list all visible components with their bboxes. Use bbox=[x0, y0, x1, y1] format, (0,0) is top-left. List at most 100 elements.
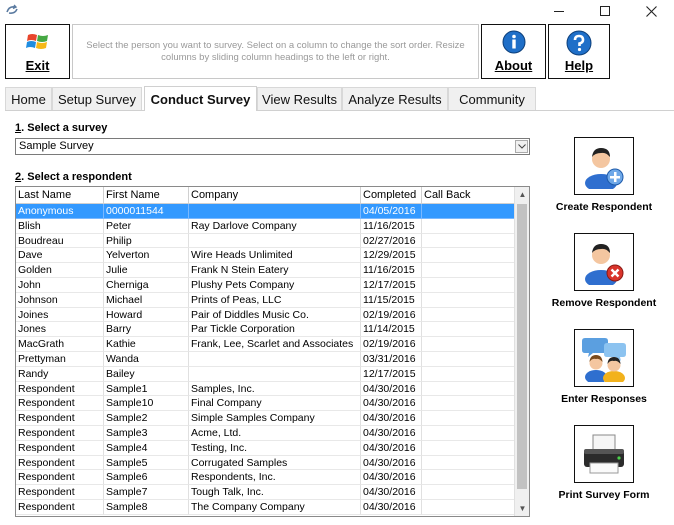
cell-company: Acme, Ltd. bbox=[189, 425, 361, 441]
cell-company: Frank N Stein Eatery bbox=[189, 263, 361, 278]
select-respondent-label: 2. Select a respondent bbox=[15, 171, 132, 183]
tab-setup-survey[interactable]: Setup Survey bbox=[52, 87, 142, 110]
enter-responses-icon-box[interactable] bbox=[574, 329, 634, 387]
cell-company: Simple Samples Company bbox=[189, 411, 361, 426]
cell-company: Corrugated Samples bbox=[189, 455, 361, 471]
scroll-thumb[interactable] bbox=[517, 204, 527, 489]
table-row[interactable]: Golden Julie Frank N Stein Eatery 11/16/201… bbox=[16, 263, 515, 278]
cell-completed: 02/19/2016 bbox=[361, 337, 422, 352]
table-row[interactable]: Blish Peter Ray Darlove Company 11/16/2015 bbox=[16, 218, 515, 234]
cell-last-name: Blish bbox=[16, 218, 104, 234]
help-label: Help bbox=[564, 58, 594, 73]
table-row[interactable]: Johnson Michael Prints of Peas, LLC 11/15/2… bbox=[16, 292, 515, 308]
cell-completed: 04/30/2016 bbox=[361, 485, 422, 500]
create-respondent-button[interactable]: Create Respondent bbox=[548, 137, 660, 213]
cell-last-name: Respondent bbox=[16, 396, 104, 412]
tab-home[interactable]: Home bbox=[5, 87, 52, 110]
table-row[interactable]: Anonymous 0000011544 04/05/2016 bbox=[16, 204, 515, 219]
chevron-down-icon[interactable] bbox=[515, 140, 528, 153]
cell-first-name: Bailey bbox=[104, 366, 189, 382]
table-row[interactable]: Randy Bailey 12/17/2015 bbox=[16, 366, 515, 382]
title-bar bbox=[0, 0, 674, 22]
cell-call-back bbox=[422, 337, 515, 352]
cell-completed: 11/16/2015 bbox=[361, 263, 422, 278]
cell-company: Final Company bbox=[189, 396, 361, 412]
respondent-grid[interactable]: Last Name First Name Company Completed C… bbox=[15, 186, 530, 517]
cell-last-name: Respondent bbox=[16, 425, 104, 441]
tab-view-results[interactable]: View Results bbox=[257, 87, 342, 110]
print-survey-form-icon-box[interactable] bbox=[574, 425, 634, 483]
table-row[interactable]: Respondent Sample4 Testing, Inc. 04/30/2016 bbox=[16, 440, 515, 456]
table-row[interactable]: Respondent Sample1 Samples, Inc. 04/30/2016 bbox=[16, 381, 515, 397]
cell-company bbox=[189, 204, 361, 219]
cell-completed: 04/30/2016 bbox=[361, 396, 422, 412]
cell-last-name: Respondent bbox=[16, 499, 104, 515]
table-row[interactable]: Joines Howard Pair of Diddles Music Co. 02/… bbox=[16, 307, 515, 323]
scroll-up-icon[interactable]: ▲ bbox=[515, 187, 529, 202]
table-row[interactable]: Jones Barry Par Tickle Corporation 11/14/20… bbox=[16, 322, 515, 338]
column-header-last-name[interactable]: Last Name bbox=[16, 187, 104, 204]
table-row[interactable]: MacGrath Kathie Frank, Lee, Scarlet and As… bbox=[16, 337, 515, 352]
tab-conduct-survey[interactable]: Conduct Survey bbox=[144, 86, 257, 111]
cell-last-name: Joines bbox=[16, 307, 104, 323]
minimize-button[interactable] bbox=[536, 0, 582, 22]
cell-call-back bbox=[422, 440, 515, 456]
table-row[interactable]: Respondent Sample10 Final Company 04/30/201… bbox=[16, 396, 515, 412]
app-icon[interactable] bbox=[5, 3, 19, 17]
cell-company: Samples, Inc. bbox=[189, 381, 361, 397]
cell-first-name: Sample1 bbox=[104, 381, 189, 397]
table-row[interactable]: Respondent Sample3 Acme, Ltd. 04/30/2016 bbox=[16, 425, 515, 441]
cell-call-back bbox=[422, 248, 515, 264]
survey-dropdown[interactable]: Sample Survey bbox=[15, 138, 530, 155]
cell-completed: 11/16/2015 bbox=[361, 218, 422, 234]
exit-button[interactable]: Exit bbox=[5, 24, 70, 79]
maximize-button[interactable] bbox=[582, 0, 628, 22]
column-header-company[interactable]: Company bbox=[189, 187, 361, 204]
tab-community[interactable]: Community bbox=[448, 87, 536, 110]
cell-first-name: Kathie bbox=[104, 337, 189, 352]
exit-label: Exit bbox=[25, 58, 50, 73]
cell-completed: 04/30/2016 bbox=[361, 499, 422, 515]
enter-responses-button[interactable]: Enter Responses bbox=[548, 329, 660, 405]
cell-first-name: Sample5 bbox=[104, 455, 189, 471]
cell-call-back bbox=[422, 366, 515, 382]
cell-call-back bbox=[422, 499, 515, 515]
cell-completed: 04/30/2016 bbox=[361, 425, 422, 441]
table-row[interactable]: Respondent Sample5 Corrugated Samples 04/30… bbox=[16, 455, 515, 471]
print-survey-form-button[interactable]: Print Survey Form bbox=[548, 425, 660, 501]
table-row[interactable]: John Cherniga Plushy Pets Company 12/17/201… bbox=[16, 277, 515, 293]
tab-analyze-results[interactable]: Analyze Results bbox=[342, 87, 448, 110]
cell-call-back bbox=[422, 307, 515, 323]
cell-first-name: Sample4 bbox=[104, 440, 189, 456]
create-respondent-icon-box[interactable] bbox=[574, 137, 634, 195]
remove-respondent-icon-box[interactable] bbox=[574, 233, 634, 291]
column-header-completed[interactable]: Completed bbox=[361, 187, 422, 204]
table-row[interactable]: Respondent Sample8 The Company Company 04/3… bbox=[16, 499, 515, 515]
column-header-first-name[interactable]: First Name bbox=[104, 187, 189, 204]
cell-call-back bbox=[422, 411, 515, 426]
help-button[interactable]: Help bbox=[548, 24, 610, 79]
cell-company: Testing, Inc. bbox=[189, 440, 361, 456]
cell-completed: 04/30/2016 bbox=[361, 470, 422, 486]
about-button[interactable]: About bbox=[481, 24, 546, 79]
table-row[interactable]: Boudreau Philip 02/27/2016 bbox=[16, 233, 515, 249]
person-remove-icon bbox=[585, 244, 624, 285]
people-chat-icon bbox=[582, 338, 626, 382]
remove-respondent-button[interactable]: Remove Respondent bbox=[548, 233, 660, 309]
column-header-call-back[interactable]: Call Back bbox=[422, 187, 515, 204]
table-row[interactable]: Dave Yelverton Wire Heads Unlimited 12/29/2… bbox=[16, 248, 515, 264]
table-row[interactable]: Respondent Sample6 Respondents, Inc. 04/30/… bbox=[16, 470, 515, 486]
table-row[interactable]: Prettyman Wanda 03/31/2016 bbox=[16, 351, 515, 367]
close-button[interactable] bbox=[628, 0, 674, 22]
scroll-down-icon[interactable]: ▼ bbox=[515, 501, 529, 516]
table-row[interactable]: Respondent Sample2 Simple Samples Company 0… bbox=[16, 411, 515, 426]
grid-scrollbar[interactable]: ▲ ▼ bbox=[514, 187, 529, 516]
cell-first-name: Michael bbox=[104, 292, 189, 308]
cell-last-name: Respondent bbox=[16, 470, 104, 486]
cell-call-back bbox=[422, 322, 515, 338]
table-row[interactable]: Respondent Sample7 Tough Talk, Inc. 04/30/2… bbox=[16, 485, 515, 500]
cell-company: The Company Company bbox=[189, 499, 361, 515]
cell-completed: 12/29/2015 bbox=[361, 248, 422, 264]
remove-respondent-label: Remove Respondent bbox=[551, 297, 657, 309]
cell-last-name: Respondent bbox=[16, 440, 104, 456]
